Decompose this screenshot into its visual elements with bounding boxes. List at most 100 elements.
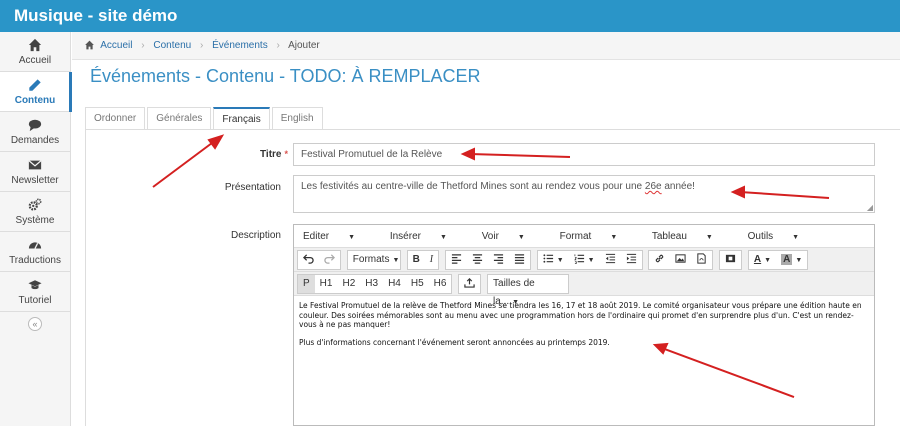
- presentation-textarea[interactable]: Les festivités au centre-ville de Thetfo…: [293, 175, 875, 213]
- sidebar-item-contenu[interactable]: Contenu: [0, 72, 72, 112]
- align-right-icon: [493, 254, 504, 264]
- film-icon: [726, 254, 736, 263]
- sidebar-item-label: Contenu: [14, 95, 56, 106]
- background-color-button[interactable]: A ▼: [776, 251, 807, 269]
- tab-english[interactable]: English: [271, 107, 323, 130]
- sidebar-item-newsletter[interactable]: Newsletter: [0, 152, 70, 192]
- outdent-button[interactable]: [600, 251, 621, 269]
- sidebar-item-traductions[interactable]: Traductions: [0, 232, 70, 272]
- align-center-button[interactable]: [467, 251, 488, 269]
- menu-label: Editer: [303, 231, 330, 242]
- numbered-list-button[interactable]: ▼: [569, 251, 600, 269]
- home-icon: [84, 40, 95, 53]
- formats-label: Formats ▼: [348, 251, 400, 269]
- file-pdf-icon: [697, 253, 707, 264]
- sidebar-item-demandes[interactable]: Demandes: [0, 112, 70, 152]
- indent-button[interactable]: [621, 251, 642, 269]
- h1-button[interactable]: H1: [315, 275, 338, 293]
- breadcrumb-item-contenu[interactable]: Contenu: [153, 40, 191, 51]
- sidebar-collapse-button[interactable]: «: [28, 317, 42, 331]
- file-button[interactable]: [691, 251, 712, 269]
- caret-down-icon: ▼: [705, 234, 713, 241]
- tab-francais[interactable]: Français: [213, 107, 270, 130]
- undo-button[interactable]: [298, 251, 319, 269]
- caret-down-icon: ▼: [439, 234, 447, 241]
- formats-dropdown[interactable]: Formats ▼: [346, 250, 401, 270]
- indent-icon: [626, 253, 636, 264]
- menu-label: Format: [559, 231, 592, 242]
- graduation-cap-icon: [0, 278, 70, 292]
- numbered-list-icon: [573, 254, 584, 264]
- h5-button[interactable]: H5: [406, 275, 429, 293]
- block-format-group: P H1 H2 H3 H4 H5 H6: [297, 274, 453, 294]
- style-group: BI: [406, 250, 440, 270]
- presentation-label: Présentation: [224, 182, 281, 193]
- app-header: Musique - site démo: [0, 0, 900, 32]
- caret-down-icon: ▼: [795, 257, 803, 264]
- insert-group: [648, 250, 714, 270]
- breadcrumb-item-accueil[interactable]: Accueil: [100, 40, 132, 51]
- h4-button[interactable]: H4: [383, 275, 406, 293]
- menu-outils[interactable]: Outils ▼: [748, 231, 816, 242]
- sidebar-item-label: Tutoriel: [18, 295, 52, 306]
- title-label-text: Titre: [259, 149, 282, 160]
- h2-button[interactable]: H2: [337, 275, 360, 293]
- menu-voir[interactable]: Voir ▼: [482, 231, 541, 242]
- history-group: [297, 250, 341, 270]
- upload-icon: [464, 277, 475, 288]
- caret-down-icon: ▼: [587, 257, 595, 264]
- sidebar-item-label: Accueil: [18, 55, 52, 66]
- h6-button[interactable]: H6: [429, 275, 452, 293]
- text-color-button[interactable]: A ▼: [749, 251, 776, 269]
- align-justify-button[interactable]: [509, 251, 530, 269]
- upload-button[interactable]: [459, 275, 480, 293]
- editor-content-area[interactable]: Le Festival Promutuel de la relève de Th…: [294, 296, 874, 360]
- menu-tableau[interactable]: Tableau ▼: [652, 231, 729, 242]
- paragraph-button[interactable]: P: [298, 275, 315, 293]
- app-title: Musique - site démo: [14, 6, 178, 25]
- breadcrumb-separator: ›: [199, 40, 204, 51]
- menu-label: Tableau: [651, 231, 687, 242]
- title-label: Titre *: [200, 149, 288, 160]
- font-size-dropdown[interactable]: Tailles de la... ▼: [487, 274, 570, 307]
- menu-format[interactable]: Format ▼: [560, 231, 634, 242]
- editor-toolbar-2: P H1 H2 H3 H4 H5 H6 Tailles de la... ▼: [294, 272, 874, 307]
- align-right-button[interactable]: [488, 251, 509, 269]
- media-group: [719, 250, 743, 270]
- breadcrumb-item-evenements[interactable]: Événements: [212, 40, 268, 51]
- media-button[interactable]: [720, 251, 741, 269]
- caret-down-icon: ▼: [764, 257, 772, 264]
- menu-inserer[interactable]: Insérer ▼: [390, 231, 463, 242]
- breadcrumb-item-ajouter: Ajouter: [288, 40, 320, 51]
- page-title: Événements - Contenu - TODO: À REMPLACER: [90, 66, 481, 86]
- sidebar-item-systeme[interactable]: Système: [0, 192, 70, 232]
- dashboard-icon: [0, 238, 70, 252]
- tab-ordonner[interactable]: Ordonner: [85, 107, 146, 130]
- align-left-button[interactable]: [446, 251, 467, 269]
- align-left-icon: [451, 254, 462, 264]
- caret-down-icon: ▼: [556, 257, 564, 264]
- link-button[interactable]: [649, 251, 670, 269]
- bullet-list-icon: [543, 254, 553, 263]
- editor-menubar: Editer ▼ Insérer ▼ Voir ▼ Format ▼ Tableau ▼ …: [294, 225, 874, 248]
- sidebar-item-accueil[interactable]: Accueil: [0, 32, 70, 72]
- title-input[interactable]: Festival Promutuel de la Relève: [293, 143, 875, 166]
- caret-down-icon: ▼: [610, 234, 618, 241]
- caret-down-icon: ▼: [392, 257, 400, 264]
- image-button[interactable]: [670, 251, 691, 269]
- pencil-icon: [0, 78, 70, 92]
- text-color-icon: A: [753, 254, 762, 265]
- cogs-icon: [0, 198, 70, 212]
- h3-button[interactable]: H3: [360, 275, 383, 293]
- redo-button[interactable]: [319, 251, 340, 269]
- bullet-list-button[interactable]: ▼: [538, 251, 569, 269]
- menu-editer[interactable]: Editer ▼: [303, 231, 371, 242]
- tab-generales[interactable]: Générales: [147, 107, 212, 130]
- sidebar: Accueil Contenu Demandes Newsletter Syst…: [0, 32, 72, 426]
- resize-handle[interactable]: ◢: [867, 203, 873, 212]
- content-paragraph: Plus d'informations concernant l'événeme…: [299, 337, 610, 347]
- sidebar-item-tutoriel[interactable]: Tutoriel: [0, 272, 70, 312]
- bold-button[interactable]: B: [408, 251, 425, 269]
- spellcheck-word: 26e: [644, 181, 662, 192]
- italic-button[interactable]: I: [425, 251, 438, 269]
